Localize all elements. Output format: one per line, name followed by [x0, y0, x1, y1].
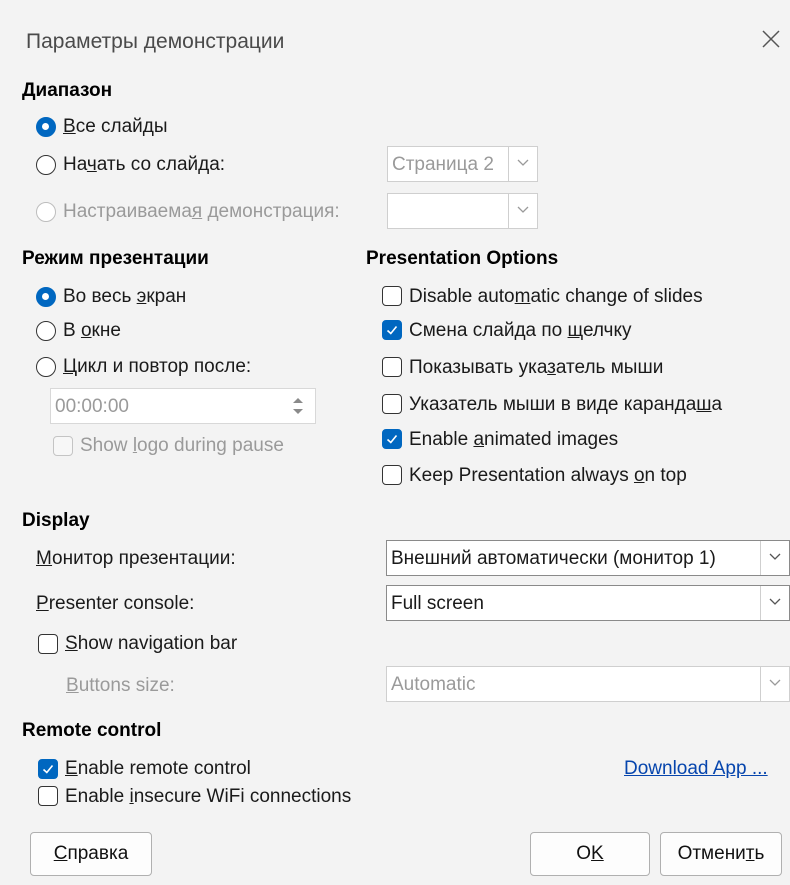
radio-loop[interactable]	[36, 357, 56, 377]
checkbox-show-pointer[interactable]	[382, 357, 402, 377]
chevron-down-icon[interactable]	[760, 541, 789, 575]
checkbox-always-on-top[interactable]	[382, 465, 402, 485]
change-on-click-label: Смена слайда по щелчку	[409, 320, 632, 341]
console-select[interactable]: Full screen	[386, 585, 790, 621]
start-from-label: Начать со слайда:	[63, 154, 226, 175]
fullscreen-label: Во весь экран	[63, 286, 187, 307]
help-button[interactable]: Справка	[30, 832, 152, 876]
always-on-top-label: Keep Presentation always on top	[409, 465, 687, 486]
start-slide-value: Страница 2	[392, 154, 494, 175]
radio-fullscreen[interactable]	[36, 287, 56, 307]
cancel-button[interactable]: Отменить	[660, 832, 782, 876]
buttons-size-value: Automatic	[391, 674, 476, 695]
chevron-down-icon[interactable]	[760, 586, 789, 620]
close-icon[interactable]	[760, 28, 782, 50]
checkbox-disable-auto-change[interactable]	[382, 286, 402, 306]
start-slide-select[interactable]: Страница 2	[387, 146, 538, 182]
custom-show-label: Настраиваемая демонстрация:	[63, 201, 340, 222]
show-logo-label: Show logo during pause	[80, 435, 284, 456]
insecure-wifi-label: Enable insecure WiFi connections	[65, 786, 352, 807]
remote-heading: Remote control	[22, 720, 162, 741]
window-title: Параметры демонстрации	[26, 30, 285, 53]
checkbox-navigation-bar[interactable]	[38, 634, 58, 654]
show-pointer-label: Показывать указатель мыши	[409, 357, 664, 378]
check-icon	[386, 434, 398, 444]
checkbox-enable-remote[interactable]	[38, 759, 58, 779]
window-label: В окне	[63, 320, 121, 341]
checkbox-pointer-as-pen[interactable]	[382, 394, 402, 414]
disable-auto-change-label: Disable automatic change of slides	[409, 286, 703, 307]
enable-remote-label: Enable remote control	[65, 758, 251, 779]
spin-arrows-icon[interactable]	[287, 392, 309, 420]
custom-show-select[interactable]	[387, 193, 538, 229]
loop-time-spinbox[interactable]: 00:00:00	[50, 388, 316, 424]
check-icon	[386, 325, 398, 335]
animated-images-label: Enable animated images	[409, 429, 619, 450]
console-label: Presenter console:	[36, 593, 195, 614]
radio-start-from[interactable]	[36, 155, 56, 175]
monitor-select[interactable]: Внешний автоматически (монитор 1)	[386, 540, 790, 576]
pointer-as-pen-label: Указатель мыши в виде карандаша	[409, 394, 723, 415]
display-heading: Display	[22, 510, 90, 531]
chevron-down-icon[interactable]	[760, 667, 789, 701]
checkbox-insecure-wifi[interactable]	[38, 786, 58, 806]
radio-window[interactable]	[36, 321, 56, 341]
all-slides-label: Все слайды	[63, 116, 168, 137]
checkbox-show-logo[interactable]	[53, 436, 73, 456]
navigation-bar-label: Show navigation bar	[65, 633, 238, 654]
ok-button[interactable]: OK	[530, 832, 650, 876]
monitor-value: Внешний автоматически (монитор 1)	[391, 548, 716, 569]
radio-all-slides[interactable]	[36, 117, 56, 137]
title-bar: Параметры демонстрации	[0, 0, 790, 80]
download-app-link[interactable]: Download App ...	[624, 758, 768, 780]
radio-custom-show[interactable]	[36, 202, 56, 222]
buttons-size-select[interactable]: Automatic	[386, 666, 790, 702]
loop-label: Цикл и повтор после:	[63, 356, 252, 377]
mode-heading: Режим презентации	[22, 248, 209, 269]
checkbox-change-on-click[interactable]	[382, 320, 402, 340]
options-heading: Presentation Options	[366, 248, 559, 269]
console-value: Full screen	[391, 593, 484, 614]
loop-time-value: 00:00:00	[55, 396, 129, 417]
monitor-label: Монитор презентации:	[36, 548, 236, 569]
chevron-down-icon[interactable]	[508, 194, 537, 228]
dialog: Параметры демонстрации Диапазон Все слай…	[0, 0, 790, 885]
check-icon	[42, 764, 54, 774]
range-heading: Диапазон	[22, 80, 113, 101]
checkbox-animated-images[interactable]	[382, 429, 402, 449]
chevron-down-icon[interactable]	[508, 147, 537, 181]
buttons-size-label: Buttons size:	[66, 675, 175, 696]
